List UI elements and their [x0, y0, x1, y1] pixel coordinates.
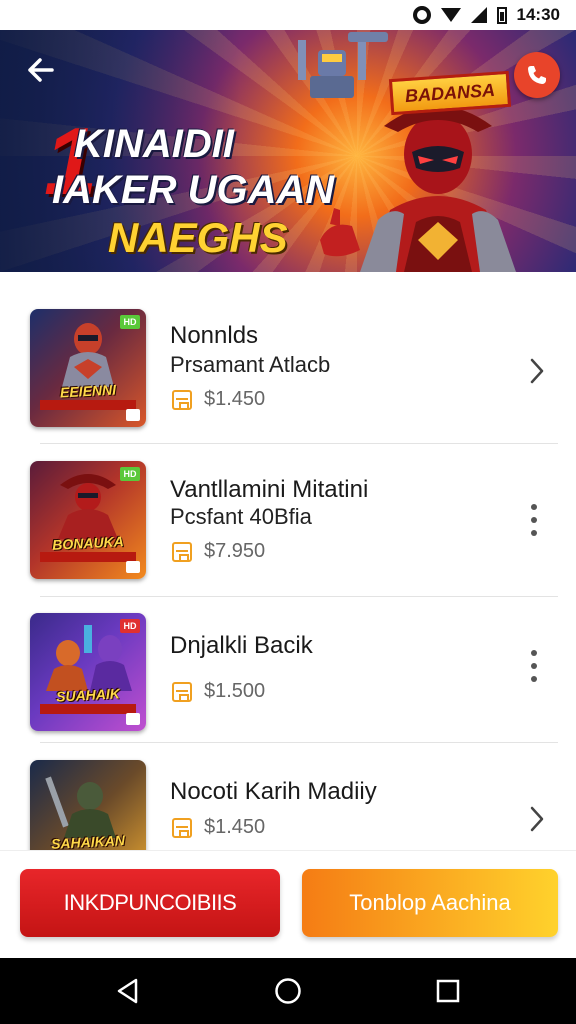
chevron-right-icon[interactable] [528, 356, 546, 386]
action-bar: INKDPUNCOIBIIS Tonblop Aachina [0, 850, 576, 958]
thumbnail-character [58, 474, 118, 539]
game-subtitle: Pcsfant 40Bfia [170, 504, 312, 529]
nav-back-icon[interactable] [114, 977, 142, 1005]
status-time: 14:30 [516, 5, 560, 24]
banner-title-line-3: NAEGHS [108, 214, 288, 261]
secondary-action-button[interactable]: Tonblop Aachina [302, 869, 558, 937]
price-tag-icon [172, 541, 192, 562]
game-price: $1.450 [204, 816, 266, 838]
price-tag-icon [172, 681, 192, 702]
primary-action-button[interactable]: INKDPUNCOIBIIS [20, 869, 280, 937]
thumbnail-character [45, 776, 116, 838]
price-tag-icon [172, 389, 192, 410]
game-thumbnail: HD BONAUKA [30, 461, 146, 579]
gear-icon [412, 6, 431, 24]
rating-badge [126, 409, 140, 421]
game-price: $1.500 [204, 680, 266, 702]
nav-home-icon[interactable] [274, 977, 302, 1005]
game-title: Vantllamini Mitatini [170, 476, 369, 503]
status-bar: 14:30 [0, 0, 576, 30]
hd-badge: HD [120, 467, 140, 481]
hero-character-illustration [320, 106, 516, 272]
list-divider [40, 596, 558, 597]
signal-icon [470, 7, 487, 23]
rating-badge [126, 561, 140, 573]
price-row: $1.450 [172, 816, 265, 839]
thumbnail-ribbon [40, 704, 136, 714]
list-divider [40, 443, 558, 444]
price-row: $1.500 [172, 680, 265, 703]
banner-title-line-2: IAKER UGAAN [52, 168, 335, 212]
list-item[interactable]: HD SUAHAIK Dnjalkli Bacik $1.500 [0, 598, 576, 748]
phone-icon [528, 66, 546, 84]
more-vertical-icon[interactable] [526, 504, 542, 536]
rating-badge [126, 713, 140, 725]
banner-title-line-1: KINAIDII [74, 122, 234, 166]
wifi-icon [440, 8, 461, 22]
hero-figure [320, 106, 516, 272]
hd-badge: HD [120, 619, 140, 633]
system-nav-bar [0, 958, 576, 1024]
game-thumbnail: HD EEIENNI [30, 309, 146, 427]
game-title: Nocoti Karih Madiiy [170, 778, 377, 805]
nav-recents-icon[interactable] [434, 977, 462, 1005]
game-price: $1.450 [204, 388, 266, 410]
robot-illustration [298, 32, 388, 98]
game-price: $7.950 [204, 540, 266, 562]
thumbnail-ribbon [40, 552, 136, 562]
price-tag-icon [172, 817, 192, 838]
more-vertical-icon[interactable] [526, 650, 542, 682]
hero-banner: BADANSA 1 KINAIDII IAKER UGAAN NAEGHS [0, 30, 576, 272]
game-title: Nonnlds [170, 322, 259, 349]
thumbnail-ribbon [40, 400, 136, 410]
list-divider [40, 742, 558, 743]
game-subtitle: Prsamant Atlacb [170, 352, 331, 377]
game-title: Dnjalkli Bacik [170, 632, 313, 659]
price-row: $1.450 [172, 388, 265, 411]
thumbnail-character [62, 323, 114, 387]
list-item[interactable]: HD BONAUKA Vantllamini Mitatini Pcsfant … [0, 446, 576, 596]
price-row: $7.950 [172, 540, 265, 563]
hd-badge: HD [120, 315, 140, 329]
chevron-right-icon[interactable] [528, 804, 546, 834]
app-screen: 14:30 BADANSA 1 KINAIDII IAKER UGAAN NAE… [0, 0, 576, 1024]
game-thumbnail: HD SUAHAIK [30, 613, 146, 731]
list-item[interactable]: HD EEIENNI Nonnlds Prsamant Atlacb $1.45… [0, 294, 576, 444]
call-button[interactable] [514, 52, 560, 98]
back-arrow-icon[interactable] [22, 52, 58, 88]
battery-icon [496, 6, 507, 24]
